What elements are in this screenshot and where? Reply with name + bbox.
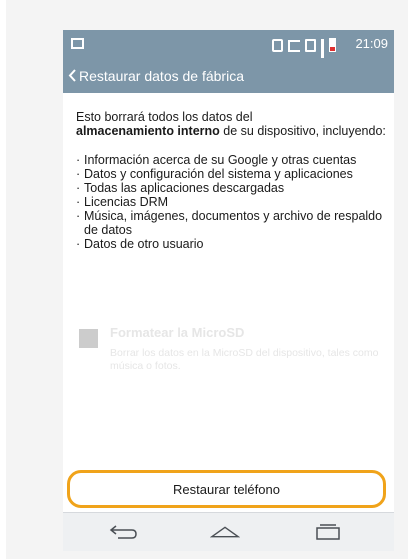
format-microsd-description: Borrar los datos en la MicroSD del dispo… — [110, 347, 379, 372]
restore-phone-button[interactable]: Restaurar teléfono — [67, 470, 386, 508]
list-item: Información acerca de su Google y otras … — [76, 153, 386, 167]
intro-text-before: Esto borrará todos los datos del — [76, 110, 253, 124]
navigation-bar — [63, 512, 394, 551]
list-item: Música, imágenes, documentos y archivo d… — [76, 209, 386, 237]
home-icon[interactable] — [210, 521, 240, 543]
intro-paragraph: Esto borrará todos los datos del almacena… — [76, 110, 386, 138]
list-item: Datos de otro usuario — [76, 237, 386, 251]
format-microsd-checkbox — [79, 329, 98, 348]
restore-area: Restaurar teléfono — [63, 467, 394, 514]
format-microsd-label: Formatear la MicroSD — [110, 325, 245, 340]
app-bar: Restaurar datos de fábrica — [63, 58, 394, 93]
list-item: Datos y configuración del sistema y apli… — [76, 167, 386, 181]
mobile-data-icon — [305, 39, 316, 52]
back-icon[interactable] — [108, 521, 138, 543]
status-bar: 21:09 — [63, 30, 394, 73]
vibrate-icon — [288, 40, 300, 52]
intro-bold-text: almacenamiento interno — [76, 124, 220, 138]
warning-text: Esto borrará todos los datos del almacena… — [76, 110, 386, 251]
list-item: Todas las aplicaciones descargadas — [76, 181, 386, 195]
phone-screen: 21:09 Restaurar datos de fábrica Esto bo… — [63, 30, 394, 551]
recent-apps-icon[interactable] — [313, 521, 343, 543]
gallery-icon — [71, 38, 84, 49]
status-icons — [272, 36, 336, 73]
list-item: Licencias DRM — [76, 195, 386, 209]
intro-text-after: de su dispositivo, incluyendo: — [219, 124, 386, 138]
battery-low-icon — [329, 38, 336, 52]
page-title: Restaurar datos de fábrica — [79, 67, 244, 84]
data-list: Información acerca de su Google y otras … — [76, 153, 386, 251]
chevron-left-icon[interactable] — [65, 66, 79, 86]
device-frame: 21:09 Restaurar datos de fábrica Esto bo… — [6, 0, 408, 559]
nfc-icon — [272, 39, 283, 52]
signal-icon — [321, 39, 324, 73]
clock: 21:09 — [355, 36, 388, 51]
